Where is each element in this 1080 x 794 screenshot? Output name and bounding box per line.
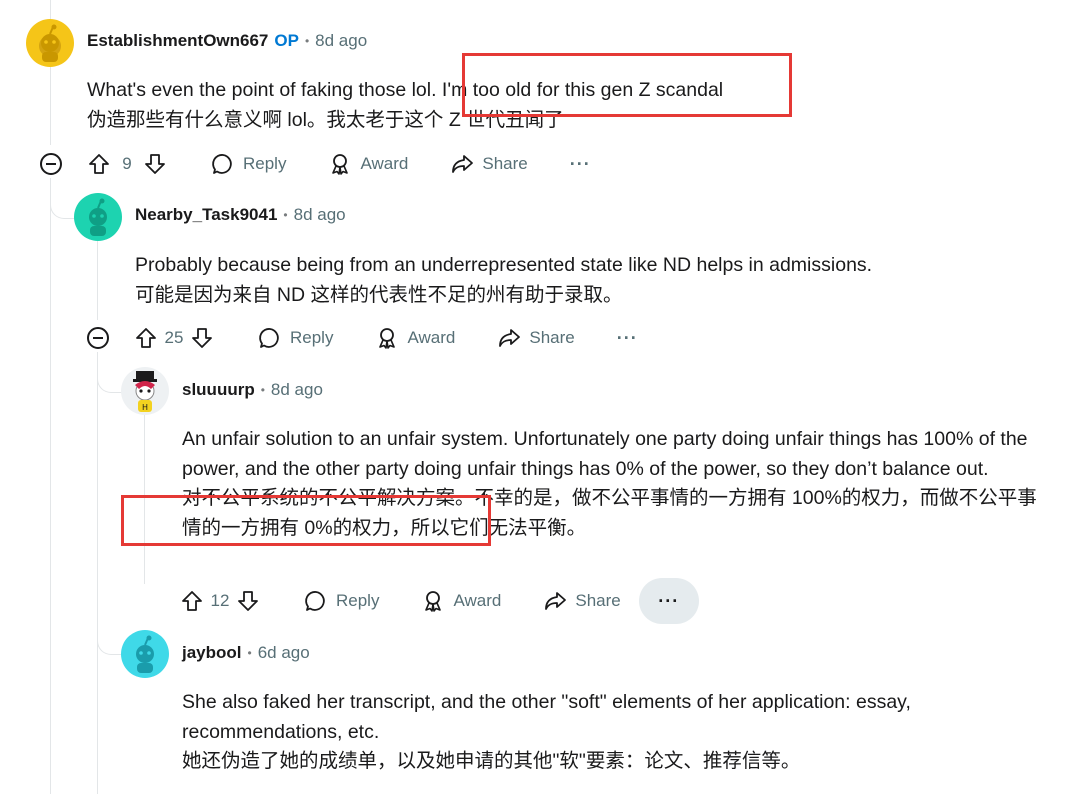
share-label: Share bbox=[529, 328, 575, 347]
downvote-icon[interactable] bbox=[236, 589, 260, 613]
comment-actions: 25 Reply Award Share ··· bbox=[134, 316, 638, 360]
separator-dot: • bbox=[283, 208, 288, 222]
avatar[interactable] bbox=[121, 630, 169, 678]
thread-branch-2 bbox=[97, 352, 124, 393]
upvote-icon[interactable] bbox=[180, 589, 204, 613]
award-label: Award bbox=[360, 154, 409, 173]
comment-meta: jaybool • 6d ago bbox=[182, 643, 310, 663]
reply-bubble-icon bbox=[305, 591, 325, 611]
comment-meta: sluuuurp • 8d ago bbox=[182, 380, 323, 400]
comment-text-zh: 可能是因为来自 ND 这样的代表性不足的州有助于录取。 bbox=[135, 283, 623, 306]
reply-button[interactable]: Reply bbox=[211, 152, 286, 176]
vote-count: 25 bbox=[164, 328, 184, 347]
comment-actions: 9 Reply Award Share ··· bbox=[87, 142, 591, 186]
vote-group: 9 bbox=[87, 152, 167, 176]
share-button[interactable]: Share bbox=[450, 152, 528, 176]
award-icon bbox=[425, 591, 442, 612]
share-arrow-icon bbox=[452, 155, 474, 173]
snoo-avatar-icon bbox=[39, 24, 61, 62]
vote-group: 25 bbox=[134, 326, 214, 350]
upvote-icon[interactable] bbox=[87, 152, 111, 176]
avatar[interactable] bbox=[26, 19, 74, 67]
thread-line-2b bbox=[97, 352, 98, 794]
reply-label: Reply bbox=[336, 591, 380, 610]
more-options-label: ··· bbox=[658, 590, 680, 611]
highlight-box bbox=[462, 53, 792, 117]
award-label: Award bbox=[407, 328, 456, 347]
comment-actions: 12 Reply Award Share ··· bbox=[180, 578, 699, 624]
vote-group: 12 bbox=[180, 589, 260, 613]
avatar[interactable]: H bbox=[121, 367, 169, 415]
comment-meta: Nearby_Task9041 • 8d ago bbox=[135, 205, 346, 225]
reply-bubble-icon bbox=[259, 328, 279, 348]
separator-dot: • bbox=[247, 646, 252, 660]
snoo-avatar-icon bbox=[136, 635, 154, 673]
award-button[interactable]: Award bbox=[375, 326, 455, 350]
more-options-button[interactable]: ··· bbox=[638, 578, 699, 624]
award-button[interactable]: Award bbox=[421, 589, 501, 613]
thread-line-2 bbox=[97, 240, 98, 320]
separator-dot: • bbox=[304, 34, 310, 48]
award-icon bbox=[332, 154, 349, 175]
timestamp[interactable]: 8d ago bbox=[271, 380, 323, 400]
username-link[interactable]: sluuuurp bbox=[182, 380, 255, 400]
thread-line-1b bbox=[50, 178, 51, 794]
thread-branch-1 bbox=[50, 178, 77, 219]
comment-body: Probably because being from an underrepr… bbox=[135, 251, 1035, 310]
username-link[interactable]: Nearby_Task9041 bbox=[135, 205, 277, 225]
custom-avatar-icon: H bbox=[133, 371, 157, 412]
username-link[interactable]: jaybool bbox=[182, 643, 242, 663]
reply-label: Reply bbox=[290, 328, 334, 347]
comment-body: She also faked her transcript, and the o… bbox=[182, 688, 982, 777]
reply-button[interactable]: Reply bbox=[258, 326, 333, 350]
vote-count: 12 bbox=[210, 591, 230, 610]
share-button[interactable]: Share bbox=[497, 326, 575, 350]
vote-count: 9 bbox=[122, 154, 132, 173]
share-label: Share bbox=[482, 154, 528, 173]
more-options-button[interactable]: ··· bbox=[570, 154, 591, 175]
svg-text:H: H bbox=[142, 403, 148, 412]
more-options-button[interactable]: ··· bbox=[617, 328, 638, 349]
separator-dot: • bbox=[260, 383, 265, 397]
upvote-icon[interactable] bbox=[134, 326, 158, 350]
comment-text-en: An unfair solution to an unfair system. … bbox=[182, 428, 1028, 480]
award-button[interactable]: Award bbox=[328, 152, 408, 176]
comment-text-en: Probably because being from an underrepr… bbox=[135, 254, 873, 276]
avatar[interactable] bbox=[74, 193, 122, 241]
timestamp[interactable]: 6d ago bbox=[258, 643, 310, 663]
collapse-thread-icon[interactable] bbox=[86, 326, 110, 350]
share-button[interactable]: Share bbox=[543, 589, 621, 613]
reply-button[interactable]: Reply bbox=[304, 589, 379, 613]
highlight-box bbox=[121, 495, 491, 546]
thread-branch-3 bbox=[97, 600, 124, 655]
downvote-icon[interactable] bbox=[143, 152, 167, 176]
award-icon bbox=[379, 328, 396, 349]
reply-bubble-icon bbox=[212, 154, 232, 174]
comment-text-zh: 她还伪造了她的成绩单，以及她申请的其他"软"要素：论文、推荐信等。 bbox=[182, 750, 801, 772]
share-label: Share bbox=[575, 591, 621, 610]
share-arrow-icon bbox=[545, 592, 567, 610]
comment-meta: EstablishmentOwn667 OP • 8d ago bbox=[87, 31, 367, 51]
award-label: Award bbox=[453, 591, 502, 610]
username-link[interactable]: EstablishmentOwn667 bbox=[87, 31, 268, 51]
timestamp[interactable]: 8d ago bbox=[294, 205, 346, 225]
timestamp[interactable]: 8d ago bbox=[315, 31, 367, 51]
comment-text-en: She also faked her transcript, and the o… bbox=[182, 691, 911, 743]
downvote-icon[interactable] bbox=[190, 326, 214, 350]
snoo-avatar-icon bbox=[89, 198, 107, 236]
op-badge: OP bbox=[274, 31, 299, 50]
share-arrow-icon bbox=[499, 329, 521, 347]
collapse-thread-icon[interactable] bbox=[39, 152, 63, 176]
reply-label: Reply bbox=[243, 154, 287, 173]
